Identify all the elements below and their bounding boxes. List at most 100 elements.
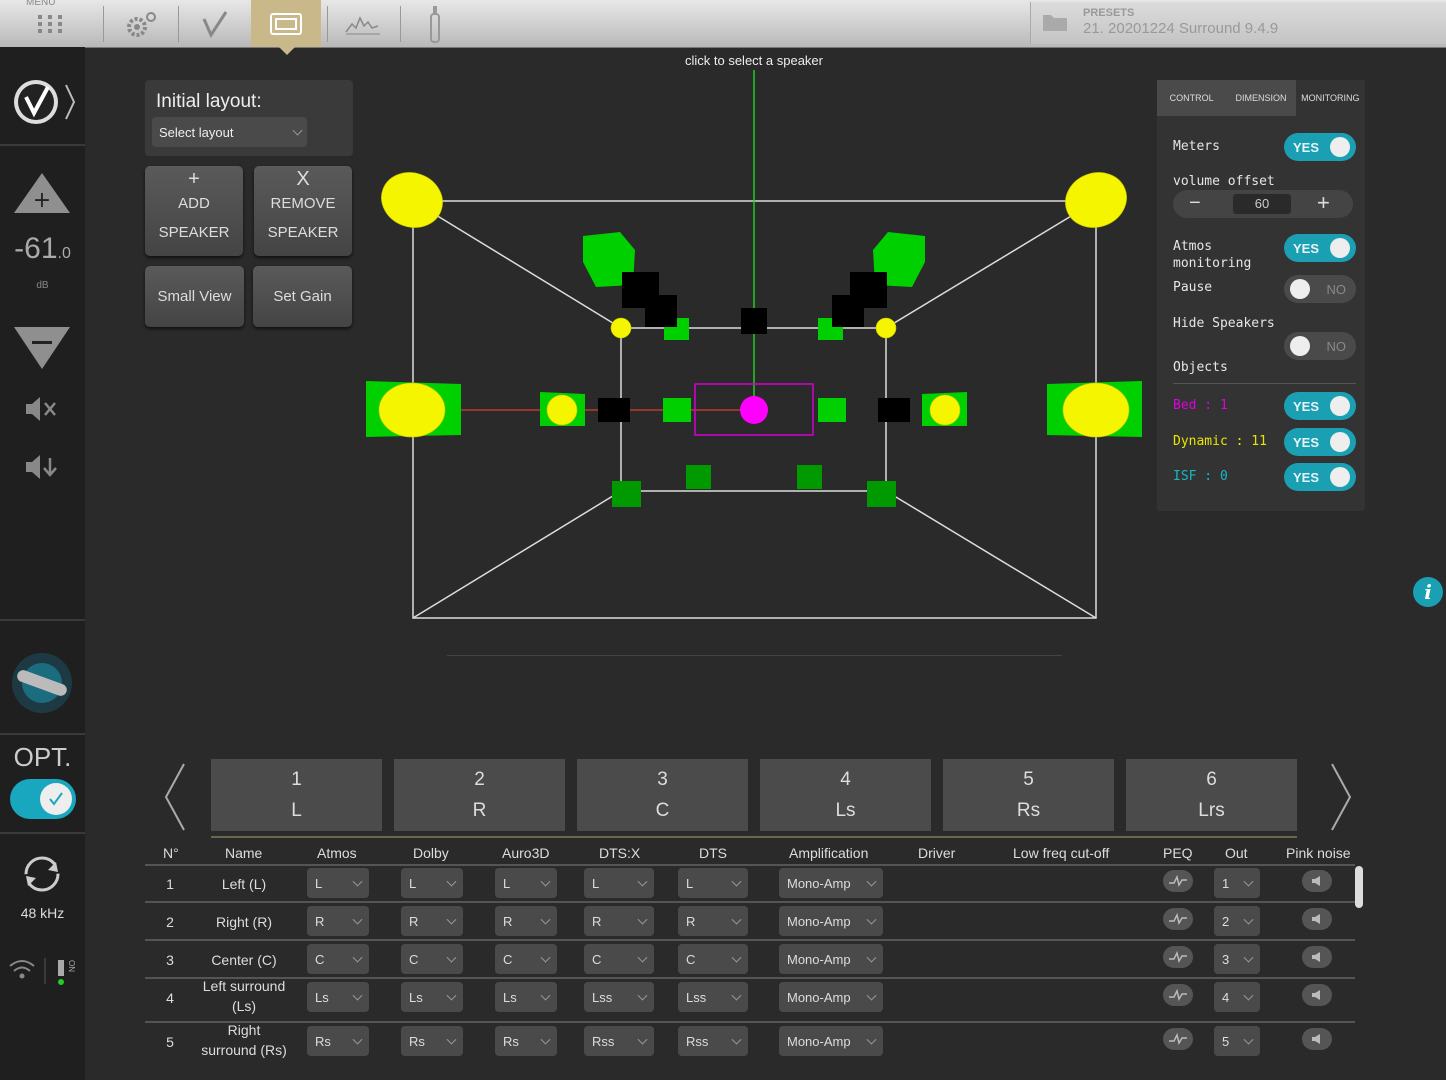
dynamic-toggle[interactable]: YES xyxy=(1284,428,1356,456)
dolby-select[interactable]: Rs xyxy=(401,1026,463,1056)
auro-select[interactable]: C xyxy=(495,944,557,974)
pause-toggle[interactable]: NO xyxy=(1284,275,1356,303)
decrement-button[interactable]: − xyxy=(1189,192,1201,215)
bed-object[interactable] xyxy=(740,396,768,424)
dts-select[interactable]: L xyxy=(678,868,748,898)
logo-icon[interactable] xyxy=(0,67,85,137)
dtsx-select[interactable]: Rss xyxy=(584,1026,654,1056)
atmos-select[interactable]: Rs xyxy=(307,1026,369,1056)
table-scrollbar[interactable] xyxy=(1355,866,1363,908)
dolby-select[interactable]: R xyxy=(401,906,463,936)
dtsx-select[interactable]: L xyxy=(584,868,654,898)
speaker-3d-view[interactable] xyxy=(360,70,1150,630)
dts-select[interactable]: C xyxy=(678,944,748,974)
tab-control[interactable]: CONTROL xyxy=(1157,80,1226,116)
small-view-button[interactable]: Small View xyxy=(145,266,244,327)
amplification-select[interactable]: Mono-Amp xyxy=(779,1026,883,1056)
speaker-icon[interactable] xyxy=(1302,946,1332,968)
speaker-icon[interactable] xyxy=(1302,870,1332,892)
dolby-select[interactable]: L xyxy=(401,868,463,898)
speaker-tab-2[interactable]: 2R xyxy=(394,759,565,831)
chevron-down-icon xyxy=(540,1034,551,1045)
settings-icon[interactable] xyxy=(115,0,167,47)
dts-select[interactable]: R xyxy=(678,906,748,936)
prev-arrow-icon[interactable] xyxy=(160,762,190,837)
out-select[interactable]: 5 xyxy=(1214,1026,1260,1056)
speaker-rw[interactable] xyxy=(818,398,846,422)
speaker-rrs[interactable] xyxy=(867,481,896,507)
info-icon[interactable]: i xyxy=(1413,577,1443,607)
dts-select[interactable]: Rss xyxy=(678,1026,748,1056)
presets-selector[interactable]: PRESETS 21. 20201224 Surround 9.4.9 xyxy=(1030,2,1446,44)
dtsx-select[interactable]: C xyxy=(584,944,654,974)
pause-toggle-text: NO xyxy=(1326,282,1347,297)
peq-icon[interactable] xyxy=(1163,984,1193,1006)
graph-icon[interactable] xyxy=(335,0,390,47)
atmos-select[interactable]: C xyxy=(307,944,369,974)
peq-icon[interactable] xyxy=(1163,1028,1193,1050)
meters-toggle[interactable]: YES xyxy=(1284,133,1356,161)
increment-button[interactable]: + xyxy=(1317,190,1330,216)
peq-icon[interactable] xyxy=(1163,946,1193,968)
speaker-tab-5[interactable]: 5 Rs xyxy=(943,759,1114,831)
bed-toggle[interactable]: YES xyxy=(1284,392,1356,420)
dim-icon[interactable] xyxy=(0,450,85,484)
dolby-select[interactable]: C xyxy=(401,944,463,974)
opt-toggle[interactable] xyxy=(0,777,85,822)
auro-select[interactable]: L xyxy=(495,868,557,898)
out-select[interactable]: 3 xyxy=(1214,944,1260,974)
add-speaker-button[interactable]: + ADD SPEAKER xyxy=(145,166,243,256)
set-gain-button[interactable]: Set Gain xyxy=(253,266,352,327)
tab-monitoring[interactable]: MONITORING xyxy=(1295,80,1365,116)
dtsx-select[interactable]: R xyxy=(584,906,654,936)
atmos-select[interactable]: Ls xyxy=(307,982,369,1012)
check-icon[interactable] xyxy=(188,0,240,47)
amplification-select[interactable]: Mono-Amp xyxy=(779,906,883,936)
monitor-icon[interactable] xyxy=(251,0,321,55)
out-select[interactable]: 2 xyxy=(1214,906,1260,936)
speaker-lb[interactable] xyxy=(686,465,711,489)
peq-icon[interactable] xyxy=(1163,908,1193,930)
remove-speaker-button[interactable]: X REMOVE SPEAKER xyxy=(254,166,352,256)
speaker-tab-4[interactable]: 4 Ls xyxy=(760,759,931,831)
speaker-icon[interactable] xyxy=(1302,908,1332,930)
speaker-rb[interactable] xyxy=(797,465,822,489)
auro-select[interactable]: R xyxy=(495,906,557,936)
volume-up-icon[interactable]: + xyxy=(0,167,85,217)
atmos-select[interactable]: L xyxy=(307,868,369,898)
speaker-icon[interactable] xyxy=(1302,984,1332,1006)
isf-toggle[interactable]: YES xyxy=(1284,463,1356,491)
speaker-lrs[interactable] xyxy=(612,481,641,507)
out-select[interactable]: 1 xyxy=(1214,868,1260,898)
tab-dimension[interactable]: DIMENSION xyxy=(1226,80,1295,116)
microphone-icon[interactable] xyxy=(412,0,457,47)
speaker-tab-6[interactable]: 6 Lrs xyxy=(1126,759,1297,831)
peq-icon[interactable] xyxy=(1163,870,1193,892)
dts-select[interactable]: Lss xyxy=(678,982,748,1012)
out-select[interactable]: 4 xyxy=(1214,982,1260,1012)
mute-icon[interactable] xyxy=(0,392,85,426)
amplification-select[interactable]: Mono-Amp xyxy=(779,982,883,1012)
speaker-tab-num: 1 xyxy=(291,769,302,790)
speaker-icon[interactable] xyxy=(1302,1028,1332,1050)
speaker-tab-3[interactable]: 3C xyxy=(577,759,748,831)
auro-select[interactable]: Ls xyxy=(495,982,557,1012)
sync-icon[interactable] xyxy=(0,852,85,897)
atmos-value: Rs xyxy=(315,1033,331,1049)
speaker-lw[interactable] xyxy=(663,398,691,422)
dtsx-select[interactable]: Lss xyxy=(584,982,654,1012)
dolby-select[interactable]: Ls xyxy=(401,982,463,1012)
atmos-monitoring-toggle[interactable]: YES xyxy=(1284,234,1356,262)
amplification-select[interactable]: Mono-Amp xyxy=(779,944,883,974)
next-arrow-icon[interactable] xyxy=(1326,762,1356,837)
atmos-select[interactable]: R xyxy=(307,906,369,936)
dolby-value: Rs xyxy=(409,1033,425,1049)
hide-speakers-toggle[interactable]: NO xyxy=(1284,332,1356,360)
menu-grid-icon[interactable] xyxy=(25,0,75,47)
auro-select[interactable]: Rs xyxy=(495,1026,557,1056)
speaker-tab-1[interactable]: 1L xyxy=(211,759,382,831)
volume-down-icon[interactable] xyxy=(0,323,85,373)
mic-connector-icon[interactable] xyxy=(0,647,85,717)
layout-select[interactable]: Select layout xyxy=(152,117,307,147)
amplification-select[interactable]: Mono-Amp xyxy=(779,868,883,898)
